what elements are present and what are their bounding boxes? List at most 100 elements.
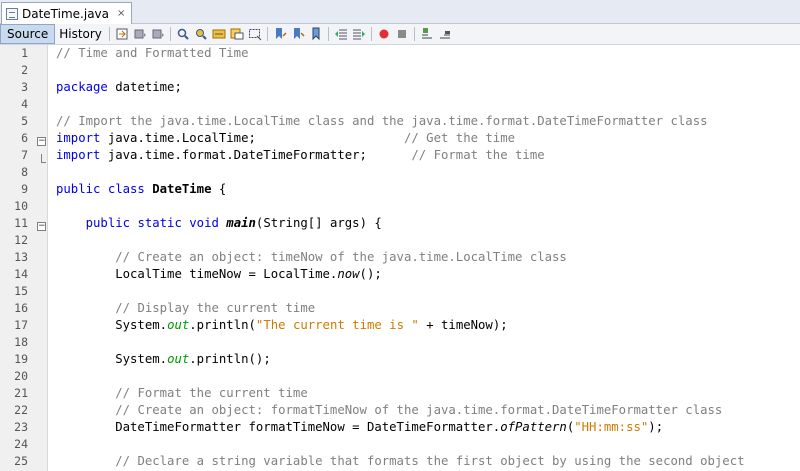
code-line[interactable]: // Create an object: timeNow of the java… [56,249,800,266]
line-number: 18 [14,335,28,349]
last-edit-icon[interactable] [114,26,130,42]
shift-left-icon[interactable] [333,26,349,42]
toggle-rect-select-icon[interactable] [247,26,263,42]
code-line[interactable]: System.out.println("The current time is … [56,317,800,334]
line-number: 7 [21,148,28,162]
line-number: 10 [14,199,28,213]
code-line[interactable]: // Create an object: formatTimeNow of th… [56,402,800,419]
code-token: DateTimeFormatter formatTimeNow = DateTi… [56,420,501,434]
code-line[interactable]: // Import the java.time.LocalTime class … [56,113,800,130]
code-token: { [211,182,227,196]
code-token: // Get the time [403,131,516,145]
fold-end-marker [41,154,46,163]
code-token: public static void [85,216,219,230]
find-next-icon[interactable] [193,26,209,42]
code-line[interactable]: // Format the current time [56,385,800,402]
code-token: System. [56,352,168,366]
code-line[interactable]: LocalTime timeNow = LocalTime.now(); [56,266,800,283]
uncomment-icon[interactable] [437,26,453,42]
next-bookmark-icon[interactable] [290,26,306,42]
line-number-gutter[interactable]: − − 1 2 3 4 5 6 7 8 9 10 11 12 13 14 15 16 17 18 19 20 21 22 2… [0,45,48,471]
code-token: "HH:mm:ss" [574,420,649,434]
code-area[interactable]: // Time and Formatted Time package dateti… [48,45,800,471]
line-number: 3 [21,80,28,94]
code-token: // Format the current time [115,386,308,400]
code-line[interactable]: public static void main(String[] args) { [56,215,800,232]
code-token: // Import the java.time.LocalTime class … [56,114,708,128]
stop-macro-icon[interactable] [394,26,410,42]
line-number: 20 [14,369,28,383]
code-line[interactable] [56,232,800,249]
code-token: import [56,131,101,145]
line-number: 17 [14,318,28,332]
code-line[interactable]: DateTimeFormatter formatTimeNow = DateTi… [56,419,800,436]
code-line[interactable]: System.out.println(); [56,351,800,368]
code-line[interactable] [56,62,800,79]
code-token: LocalTime timeNow = LocalTime. [56,267,338,281]
code-token: (); [359,267,382,281]
code-line[interactable] [56,368,800,385]
code-line[interactable]: // Declare a string variable that format… [56,453,800,470]
record-macro-icon[interactable] [376,26,392,42]
line-number: 19 [14,352,28,366]
fold-toggle-icon[interactable]: − [37,137,46,146]
forward-icon[interactable] [150,26,166,42]
code-token: + timeNow); [418,318,508,332]
history-tab-button[interactable]: History [55,24,106,44]
line-number: 14 [14,267,28,281]
file-tab[interactable]: DateTime.java × [1,2,133,24]
code-token: // Create an object: formatTimeNow of th… [115,403,723,417]
code-token: java.time.format.DateTimeFormatter; [100,148,412,162]
code-token: out [167,352,190,366]
code-line[interactable] [56,198,800,215]
code-token: import [56,148,101,162]
toggle-bookmark-icon[interactable] [308,26,324,42]
code-token: // Time and Formatted Time [56,46,249,60]
toolbar-separator [266,27,268,41]
code-token: // Declare a string variable that format… [115,454,745,468]
line-number: 11 [14,216,28,230]
code-line[interactable]: import java.time.format.DateTimeFormatte… [56,147,800,164]
code-token: // Create an object: timeNow of the java… [115,250,567,264]
find-selection-icon[interactable] [211,26,227,42]
code-line[interactable] [56,96,800,113]
code-token: java.time.LocalTime; [100,131,404,145]
shift-right-icon[interactable] [351,26,367,42]
code-line[interactable]: package datetime; [56,79,800,96]
code-token: datetime; [107,80,182,94]
prev-bookmark-icon[interactable] [272,26,288,42]
line-number: 4 [21,97,28,111]
line-number: 24 [14,437,28,451]
code-token: System. [56,318,168,332]
source-tab-button[interactable]: Source [0,24,56,44]
toggle-highlight-icon[interactable] [229,26,245,42]
code-line[interactable] [56,164,800,181]
java-file-icon [6,7,18,20]
code-line[interactable]: // Display the current time [56,300,800,317]
find-prev-icon[interactable] [175,26,191,42]
line-number: 21 [14,386,28,400]
code-token: "The current time is " [255,318,419,332]
line-number: 2 [21,63,28,77]
line-number: 5 [21,114,28,128]
editor-toolbar: Source History [0,24,800,45]
editor-tab-strip: DateTime.java × [0,0,800,24]
code-line[interactable]: import java.time.LocalTime; // Get the t… [56,130,800,147]
close-tab-icon[interactable]: × [117,8,125,19]
code-token: ); [648,420,664,434]
code-line[interactable]: public class DateTime { [56,181,800,198]
code-token: // Display the current time [115,301,316,315]
comment-icon[interactable] [419,26,435,42]
toolbar-separator [108,27,110,41]
back-icon[interactable] [132,26,148,42]
code-line[interactable] [56,436,800,453]
code-token: ofPattern [500,420,567,434]
code-line[interactable] [56,334,800,351]
fold-toggle-icon[interactable]: − [37,222,46,231]
code-line[interactable]: // Time and Formatted Time [56,45,800,62]
code-editor[interactable]: − − 1 2 3 4 5 6 7 8 9 10 11 12 13 14 15 16 17 18 19 20 21 22 2… [0,45,800,471]
code-line[interactable] [56,283,800,300]
